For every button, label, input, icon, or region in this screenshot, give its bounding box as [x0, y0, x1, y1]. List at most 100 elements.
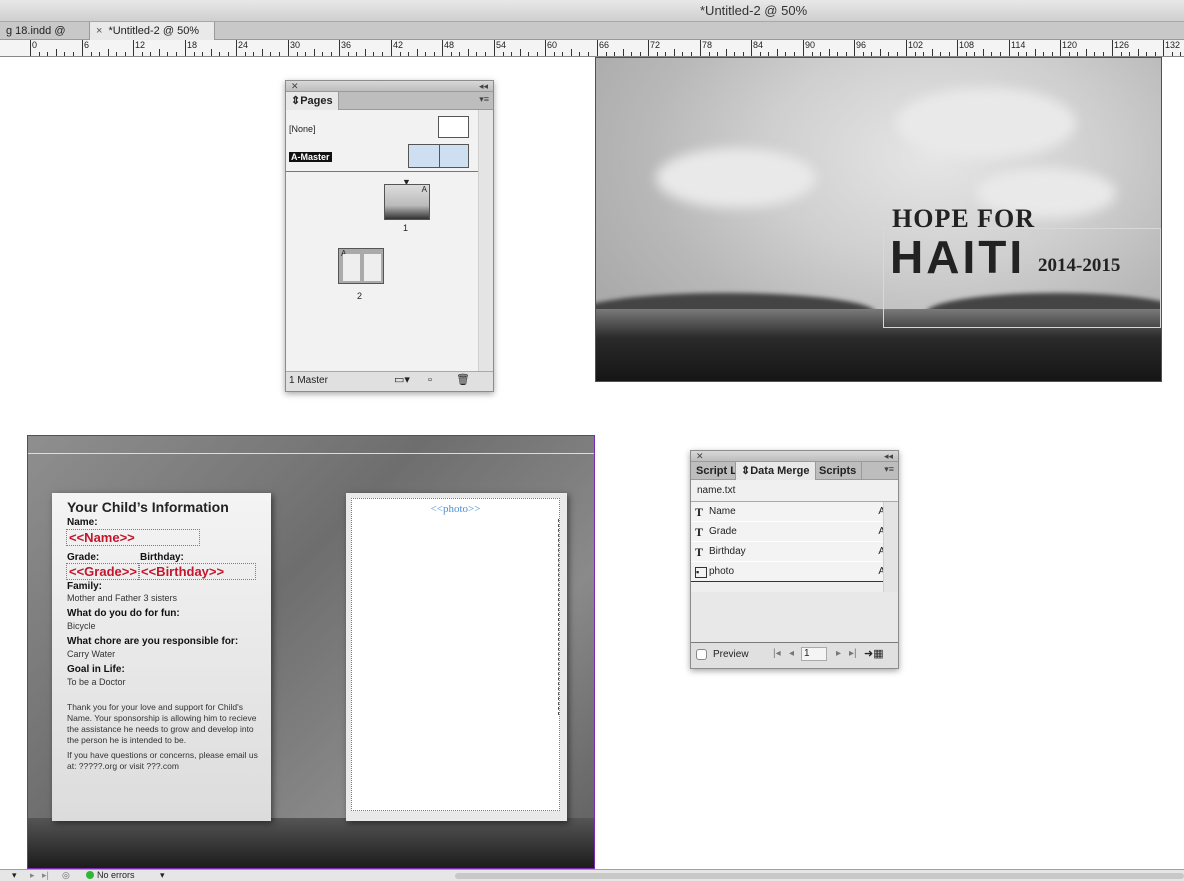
birthday-merge-field[interactable]: <<Birthday>>	[138, 563, 256, 580]
goal-label: Goal in Life:	[67, 664, 125, 675]
ruler-minor-tick	[1035, 49, 1036, 56]
panel-menu-icon[interactable]: ▾≡	[479, 94, 489, 105]
name-merge-field[interactable]: <<Name>>	[66, 529, 200, 546]
none-master-thumbnail[interactable]	[438, 116, 469, 138]
child-info-card[interactable]: Your Child’s Information Name: <<Name>> …	[52, 493, 271, 821]
ruler-minor-tick	[674, 49, 675, 56]
window-title: *Untitled-2 @ 50%	[700, 3, 808, 18]
ruler-label: 54	[496, 40, 507, 50]
preflight-icon[interactable]: ◎	[62, 870, 70, 881]
ruler-minor-tick	[476, 52, 477, 56]
field-list-scrollbar[interactable]	[883, 502, 898, 592]
ruler-minor-tick	[219, 52, 220, 56]
trash-icon[interactable]: 🗑	[456, 371, 470, 389]
family-label: Family:	[67, 581, 103, 592]
panel-menu-icon[interactable]: ▾≡	[884, 464, 894, 475]
ruler-minor-tick	[202, 52, 203, 56]
ruler-minor-tick	[64, 52, 65, 56]
grade-merge-field[interactable]: <<Grade>>	[66, 563, 140, 580]
ruler-major-tick	[648, 40, 649, 56]
ruler-label: 24	[238, 40, 249, 50]
next-page-icon[interactable]: ▸	[30, 870, 35, 881]
card-preview	[343, 254, 360, 281]
pages-panel[interactable]: ✕ ◂◂ ⇕Pages ▾≡ [None] A-Master ▼ A 1 A 2…	[285, 80, 494, 392]
name-label: Name:	[67, 517, 98, 528]
cover-page[interactable]: HOPE FOR HAITI 2014-2015	[595, 57, 1162, 382]
pages-list[interactable]: [None] A-Master ▼ A 1 A 2	[286, 110, 479, 371]
ruler-minor-tick	[167, 52, 168, 56]
ruler-minor-tick	[116, 52, 117, 56]
ruler-minor-tick	[434, 52, 435, 56]
ruler-minor-tick	[1086, 49, 1087, 56]
ruler-minor-tick	[503, 52, 504, 56]
ruler-major-tick	[82, 40, 83, 56]
ruler-minor-tick	[1155, 52, 1156, 56]
ruler-major-tick	[442, 40, 443, 56]
photo-frame[interactable]: <<photo>>	[351, 498, 560, 811]
ruler-minor-tick	[537, 52, 538, 56]
last-page-icon[interactable]: ▸|	[42, 870, 49, 881]
panel-titlebar: ✕ ◂◂	[691, 451, 898, 462]
ruler-minor-tick	[159, 49, 160, 56]
horizontal-ruler[interactable]: 0 6 12 18 24 30 36 42 48 54 60 66 72 78 84 90 96 102 108 11…	[0, 40, 1184, 57]
ruler-minor-tick	[682, 52, 683, 56]
none-master[interactable]: [None]	[289, 124, 316, 134]
tab-pages[interactable]: ⇕Pages	[286, 92, 339, 110]
page-menu-icon[interactable]: ▾	[12, 870, 17, 881]
ruler-minor-tick	[400, 52, 401, 56]
a-master-thumbnail[interactable]	[408, 144, 469, 168]
data-merge-panel[interactable]: ✕ ◂◂ Script L ⇕Data Merge Scripts ▾≡ nam…	[690, 450, 899, 669]
ruler-minor-tick	[932, 49, 933, 56]
ruler-label: 78	[702, 40, 713, 50]
close-icon[interactable]: ×	[96, 25, 102, 37]
new-page-icon[interactable]: ▭▾	[394, 371, 410, 389]
field-list[interactable]: T Name A T Grade A T Birthday A ▪ photo …	[691, 502, 885, 592]
create-page-icon[interactable]: ▫	[428, 371, 432, 389]
ruler-minor-tick	[56, 49, 57, 56]
preflight-status[interactable]: No errors	[86, 870, 135, 881]
pages-scrollbar[interactable]	[478, 110, 493, 371]
ruler-minor-tick	[520, 49, 521, 56]
a-master[interactable]: A-Master	[289, 152, 332, 162]
previous-record-icon[interactable]: ◂	[789, 648, 794, 659]
tab-document-18[interactable]: g 18.indd @ 75%	[0, 22, 90, 55]
field-row-photo[interactable]: ▪ photo A	[691, 562, 885, 582]
preview-checkbox[interactable]	[696, 649, 707, 660]
sort-arrows-icon: ⇕	[741, 465, 751, 477]
preflight-menu-icon[interactable]: ▾	[160, 870, 165, 881]
close-icon[interactable]: ✕	[291, 81, 299, 91]
panel-tabs: Script L ⇕Data Merge Scripts ▾≡	[691, 462, 898, 480]
page-1-thumbnail[interactable]: A	[384, 184, 430, 220]
next-record-icon[interactable]: ▸	[836, 648, 841, 659]
page-2-thumbnail[interactable]: A	[338, 248, 384, 284]
horizontal-scrollbar[interactable]	[455, 873, 1184, 879]
field-row-name[interactable]: T Name A	[691, 502, 885, 522]
inner-page[interactable]: Your Child’s Information Name: <<Name>> …	[27, 435, 595, 869]
tab-untitled-2[interactable]: × *Untitled-2 @ 50%	[90, 22, 215, 40]
collapse-icon[interactable]: ◂◂	[884, 451, 893, 461]
close-icon[interactable]: ✕	[696, 451, 704, 461]
ruler-minor-tick	[1094, 52, 1095, 56]
field-row-birthday[interactable]: T Birthday A	[691, 542, 885, 562]
ruler-minor-tick	[365, 49, 366, 56]
last-record-icon[interactable]: ▸|	[849, 648, 857, 659]
tab-data-merge[interactable]: ⇕Data Merge	[736, 462, 816, 480]
ruler-minor-tick	[812, 52, 813, 56]
ruler-minor-tick	[142, 52, 143, 56]
ruler-minor-tick	[631, 52, 632, 56]
collapse-icon[interactable]: ◂◂	[479, 81, 488, 91]
photo-preview	[364, 254, 381, 281]
ruler-minor-tick	[47, 52, 48, 56]
field-row-grade[interactable]: T Grade A	[691, 522, 885, 542]
ruler-minor-tick	[888, 52, 889, 56]
ruler-minor-tick	[348, 52, 349, 56]
ruler-label: 60	[547, 40, 558, 50]
first-record-icon[interactable]: |◂	[773, 648, 781, 659]
create-merged-document-icon[interactable]: ➜▦	[864, 647, 884, 660]
record-number-input[interactable]: 1	[801, 647, 827, 661]
ruler-minor-tick	[940, 52, 941, 56]
photo-card[interactable]: <<photo>>	[346, 493, 567, 821]
ruler-minor-tick	[262, 49, 263, 56]
tab-script-label[interactable]: Script L	[691, 462, 736, 480]
tab-scripts[interactable]: Scripts	[814, 462, 863, 480]
